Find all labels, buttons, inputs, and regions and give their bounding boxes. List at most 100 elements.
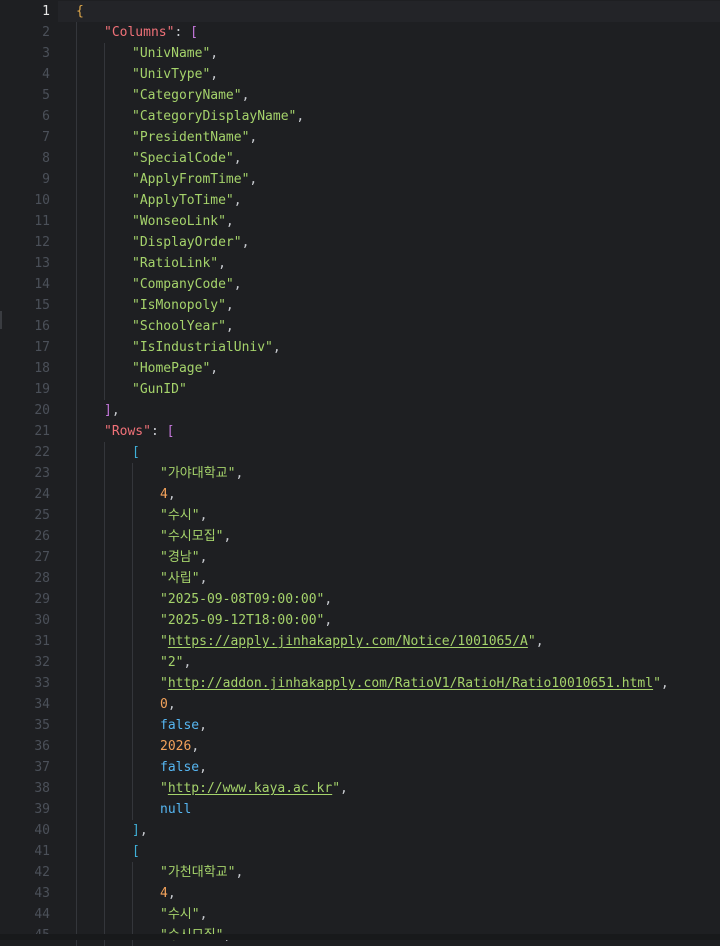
line-number: 12 [34, 235, 50, 250]
code-token: , [235, 865, 244, 880]
code-line[interactable]: "http://addon.jinhakapply.com/RatioV1/Ra… [58, 673, 720, 694]
code-token: , [340, 781, 348, 796]
code-line[interactable]: "DisplayOrder", [58, 232, 720, 253]
code-line[interactable]: 0, [58, 694, 720, 715]
code-line[interactable]: false, [58, 757, 720, 778]
code-line[interactable]: "수시", [58, 505, 720, 526]
line-number: 38 [34, 781, 50, 796]
line-number: 7 [42, 130, 50, 145]
code-line[interactable]: "2025-09-08T09:00:00", [58, 589, 720, 610]
code-line[interactable]: { [58, 1, 720, 22]
code-token: "CategoryDisplayName" [132, 109, 297, 124]
code-line[interactable]: "2025-09-12T18:00:00", [58, 610, 720, 631]
code-token: , [210, 361, 219, 376]
line-number: 15 [34, 298, 50, 313]
line-number: 14 [34, 277, 50, 292]
code-token: false [160, 718, 200, 733]
code-line[interactable]: "수시", [58, 904, 720, 925]
code-token: , [233, 277, 242, 292]
code-token: , [241, 235, 250, 250]
code-line[interactable]: "CategoryName", [58, 85, 720, 106]
line-number: 31 [34, 634, 50, 649]
code-line[interactable]: "SchoolYear", [58, 316, 720, 337]
code-token: "UnivType" [132, 67, 211, 82]
code-line[interactable]: "가천대학교", [58, 862, 720, 883]
code-line[interactable]: "ApplyFromTime", [58, 169, 720, 190]
code-line[interactable]: "https://apply.jinhakapply.com/Notice/10… [58, 631, 720, 652]
code-token: , [218, 256, 226, 271]
code-token: , [167, 886, 176, 901]
code-token: : [150, 424, 167, 439]
code-token: "WonseoLink" [132, 214, 226, 229]
code-token: , [199, 550, 208, 565]
code-line[interactable]: "http://www.kaya.ac.kr", [58, 778, 720, 799]
line-number: 25 [34, 508, 50, 523]
code-token: "ApplyFromTime" [132, 172, 250, 187]
code-token: "IsMonopoly" [132, 298, 226, 313]
code-line[interactable]: "SpecialCode", [58, 148, 720, 169]
code-line[interactable]: 4, [58, 484, 720, 505]
code-line[interactable]: ], [58, 400, 720, 421]
code-token: "Rows" [104, 424, 151, 439]
code-line[interactable]: "UnivType", [58, 64, 720, 85]
code-line[interactable]: 4, [58, 883, 720, 904]
code-token: "2" [160, 655, 184, 670]
code-line[interactable]: "사립", [58, 568, 720, 589]
code-token: , [210, 46, 219, 61]
line-number: 28 [34, 571, 50, 586]
code-line[interactable]: "수시모집", [58, 526, 720, 547]
horizontal-scrollbar[interactable] [0, 934, 720, 940]
code-token: , [199, 907, 208, 922]
code-token: " [160, 634, 168, 649]
code-token: "2025-09-08T09:00:00" [160, 592, 325, 607]
code-line[interactable]: null [58, 799, 720, 820]
code-line[interactable]: "가야대학교", [58, 463, 720, 484]
code-line[interactable]: "Rows": [ [58, 421, 720, 442]
code-line[interactable]: "IsIndustrialUniv", [58, 337, 720, 358]
code-area[interactable]: {"Columns": ["UnivName", "UnivType", "Cate… [58, 0, 720, 946]
code-token: , [249, 130, 258, 145]
code-line[interactable]: "경남", [58, 547, 720, 568]
code-token: , [660, 676, 669, 691]
code-line[interactable]: 2026, [58, 736, 720, 757]
code-token: , [199, 508, 208, 523]
code-line[interactable]: ], [58, 820, 720, 841]
line-number: 6 [42, 109, 50, 124]
code-line[interactable]: false, [58, 715, 720, 736]
code-token: "GunID" [132, 382, 187, 397]
code-token: , [241, 88, 250, 103]
url-link[interactable]: http://addon.jinhakapply.com/RatioV1/Rat… [168, 676, 653, 691]
code-token: "수시" [160, 907, 200, 922]
line-number: 43 [34, 886, 50, 901]
code-line[interactable]: "CategoryDisplayName", [58, 106, 720, 127]
code-line[interactable]: [ [58, 442, 720, 463]
line-number: 26 [34, 529, 50, 544]
url-link[interactable]: https://apply.jinhakapply.com/Notice/100… [168, 634, 528, 649]
code-token: , [167, 487, 176, 502]
code-token: false [160, 760, 200, 775]
gutter-edge-marker [0, 311, 2, 329]
code-line[interactable]: "2", [58, 652, 720, 673]
code-token: "ApplyToTime" [132, 193, 234, 208]
code-token: [ [166, 424, 175, 439]
code-line[interactable]: "PresidentName", [58, 127, 720, 148]
code-line[interactable]: "CompanyCode", [58, 274, 720, 295]
code-token: , [324, 592, 333, 607]
line-number: 39 [34, 802, 50, 817]
code-line[interactable]: "GunID" [58, 379, 720, 400]
code-token: " [160, 676, 168, 691]
code-line[interactable]: "RatioLink", [58, 253, 720, 274]
code-line[interactable]: "HomePage", [58, 358, 720, 379]
code-line[interactable]: "ApplyToTime", [58, 190, 720, 211]
code-line[interactable]: "UnivName", [58, 43, 720, 64]
line-number: 5 [42, 88, 50, 103]
url-link[interactable]: http://www.kaya.ac.kr [168, 781, 332, 796]
code-line[interactable]: "WonseoLink", [58, 211, 720, 232]
code-line[interactable]: "Columns": [ [58, 22, 720, 43]
code-line[interactable]: [ [58, 841, 720, 862]
code-token: "2025-09-12T18:00:00" [160, 613, 325, 628]
code-token: "HomePage" [132, 361, 211, 376]
code-token: , [199, 571, 208, 586]
code-line[interactable]: "IsMonopoly", [58, 295, 720, 316]
code-editor[interactable]: 1 2 3 4 5 6 7 8 9 10 11 12 13 14 15 16 17 18 19 20 21 22 23 24 2… [0, 0, 720, 946]
